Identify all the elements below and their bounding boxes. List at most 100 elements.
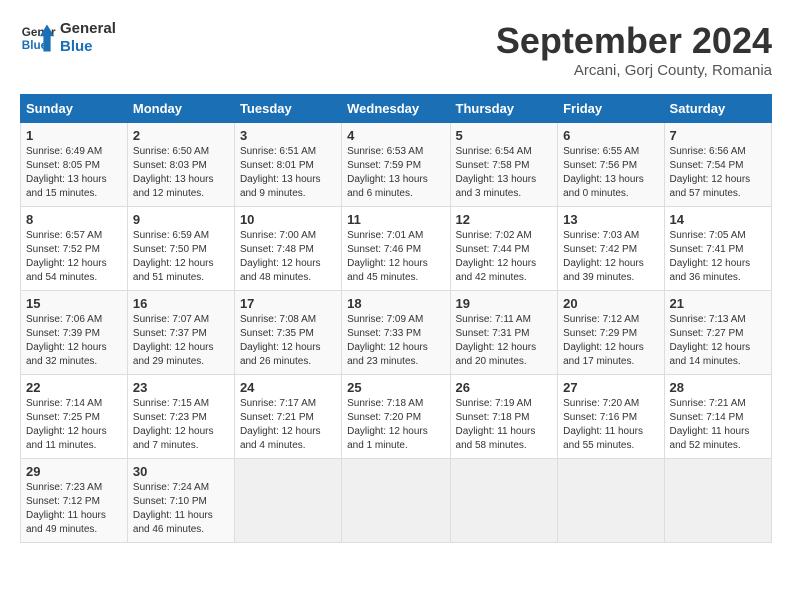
cell-info: Sunrise: 7:24 AMSunset: 7:10 PMDaylight:… [133, 481, 229, 537]
cell-info: Sunrise: 7:03 AMSunset: 7:42 PMDaylight:… [563, 229, 658, 285]
header-tuesday: Tuesday [234, 95, 341, 123]
calendar-cell: 26 Sunrise: 7:19 AMSunset: 7:18 PMDayligh… [450, 375, 558, 459]
day-number: 25 [347, 380, 444, 395]
day-number: 27 [563, 380, 658, 395]
calendar-cell [664, 459, 771, 543]
cell-info: Sunrise: 6:49 AMSunset: 8:05 PMDaylight:… [26, 145, 122, 201]
calendar-cell: 13 Sunrise: 7:03 AMSunset: 7:42 PMDayligh… [558, 207, 664, 291]
header-sunday: Sunday [21, 95, 128, 123]
day-number: 5 [456, 128, 553, 143]
calendar-header-row: SundayMondayTuesdayWednesdayThursdayFrid… [21, 95, 772, 123]
logo-icon: General Blue [20, 20, 56, 56]
calendar-week-row: 22 Sunrise: 7:14 AMSunset: 7:25 PMDayligh… [21, 375, 772, 459]
day-number: 26 [456, 380, 553, 395]
day-number: 13 [563, 212, 658, 227]
calendar-cell: 7 Sunrise: 6:56 AMSunset: 7:54 PMDaylight… [664, 123, 771, 207]
calendar-week-row: 1Sunrise: 6:49 AMSunset: 8:05 PMDaylight… [21, 123, 772, 207]
calendar-cell: 17 Sunrise: 7:08 AMSunset: 7:35 PMDayligh… [234, 291, 341, 375]
calendar-cell: 28Sunrise: 7:21 AMSunset: 7:14 PMDayligh… [664, 375, 771, 459]
calendar-cell: 3 Sunrise: 6:51 AMSunset: 8:01 PMDaylight… [234, 123, 341, 207]
calendar-cell: 1Sunrise: 6:49 AMSunset: 8:05 PMDaylight… [21, 123, 128, 207]
header-thursday: Thursday [450, 95, 558, 123]
header-friday: Friday [558, 95, 664, 123]
cell-info: Sunrise: 7:12 AMSunset: 7:29 PMDaylight:… [563, 313, 658, 369]
cell-info: Sunrise: 7:15 AMSunset: 7:23 PMDaylight:… [133, 397, 229, 453]
calendar-week-row: 29 Sunrise: 7:23 AMSunset: 7:12 PMDayligh… [21, 459, 772, 543]
calendar-cell: 9 Sunrise: 6:59 AMSunset: 7:50 PMDaylight… [127, 207, 234, 291]
title-section: September 2024 Arcani, Gorj County, Roma… [496, 20, 772, 79]
cell-info: Sunrise: 6:53 AMSunset: 7:59 PMDaylight:… [347, 145, 444, 201]
cell-info: Sunrise: 7:08 AMSunset: 7:35 PMDaylight:… [240, 313, 336, 369]
cell-info: Sunrise: 7:06 AMSunset: 7:39 PMDaylight:… [26, 313, 122, 369]
calendar-cell [450, 459, 558, 543]
calendar-cell: 16Sunrise: 7:07 AMSunset: 7:37 PMDayligh… [127, 291, 234, 375]
day-number: 21 [670, 296, 766, 311]
day-number: 6 [563, 128, 658, 143]
calendar-cell: 4Sunrise: 6:53 AMSunset: 7:59 PMDaylight… [342, 123, 450, 207]
cell-info: Sunrise: 7:11 AMSunset: 7:31 PMDaylight:… [456, 313, 553, 369]
calendar-cell: 11 Sunrise: 7:01 AMSunset: 7:46 PMDayligh… [342, 207, 450, 291]
cell-info: Sunrise: 6:54 AMSunset: 7:58 PMDaylight:… [456, 145, 553, 201]
day-number: 23 [133, 380, 229, 395]
header-wednesday: Wednesday [342, 95, 450, 123]
cell-info: Sunrise: 7:23 AMSunset: 7:12 PMDaylight:… [26, 481, 122, 537]
calendar-week-row: 15Sunrise: 7:06 AMSunset: 7:39 PMDayligh… [21, 291, 772, 375]
calendar-cell: 5 Sunrise: 6:54 AMSunset: 7:58 PMDaylight… [450, 123, 558, 207]
subtitle: Arcani, Gorj County, Romania [496, 62, 772, 79]
cell-info: Sunrise: 7:01 AMSunset: 7:46 PMDaylight:… [347, 229, 444, 285]
day-number: 12 [456, 212, 553, 227]
day-number: 22 [26, 380, 122, 395]
calendar-cell: 29 Sunrise: 7:23 AMSunset: 7:12 PMDayligh… [21, 459, 128, 543]
day-number: 30 [133, 464, 229, 479]
calendar-cell: 21 Sunrise: 7:13 AMSunset: 7:27 PMDayligh… [664, 291, 771, 375]
day-number: 9 [133, 212, 229, 227]
calendar-cell: 6 Sunrise: 6:55 AMSunset: 7:56 PMDaylight… [558, 123, 664, 207]
calendar-cell: 10Sunrise: 7:00 AMSunset: 7:48 PMDayligh… [234, 207, 341, 291]
day-number: 17 [240, 296, 336, 311]
cell-info: Sunrise: 6:56 AMSunset: 7:54 PMDaylight:… [670, 145, 766, 201]
header: General Blue General Blue September 2024… [20, 20, 772, 79]
day-number: 11 [347, 212, 444, 227]
calendar-cell: 2 Sunrise: 6:50 AMSunset: 8:03 PMDaylight… [127, 123, 234, 207]
calendar-cell: 18Sunrise: 7:09 AMSunset: 7:33 PMDayligh… [342, 291, 450, 375]
cell-info: Sunrise: 7:05 AMSunset: 7:41 PMDaylight:… [670, 229, 766, 285]
calendar-cell: 8Sunrise: 6:57 AMSunset: 7:52 PMDaylight… [21, 207, 128, 291]
cell-info: Sunrise: 7:14 AMSunset: 7:25 PMDaylight:… [26, 397, 122, 453]
calendar-cell: 27 Sunrise: 7:20 AMSunset: 7:16 PMDayligh… [558, 375, 664, 459]
day-number: 8 [26, 212, 122, 227]
cell-info: Sunrise: 6:50 AMSunset: 8:03 PMDaylight:… [133, 145, 229, 201]
cell-info: Sunrise: 7:02 AMSunset: 7:44 PMDaylight:… [456, 229, 553, 285]
day-number: 19 [456, 296, 553, 311]
calendar-cell: 30 Sunrise: 7:24 AMSunset: 7:10 PMDayligh… [127, 459, 234, 543]
cell-info: Sunrise: 7:20 AMSunset: 7:16 PMDaylight:… [563, 397, 658, 453]
calendar-cell: 15Sunrise: 7:06 AMSunset: 7:39 PMDayligh… [21, 291, 128, 375]
calendar-cell: 14 Sunrise: 7:05 AMSunset: 7:41 PMDayligh… [664, 207, 771, 291]
logo-text-general: General [60, 20, 116, 38]
day-number: 3 [240, 128, 336, 143]
day-number: 14 [670, 212, 766, 227]
logo-text-blue: Blue [60, 38, 116, 56]
cell-info: Sunrise: 7:09 AMSunset: 7:33 PMDaylight:… [347, 313, 444, 369]
cell-info: Sunrise: 7:19 AMSunset: 7:18 PMDaylight:… [456, 397, 553, 453]
day-number: 7 [670, 128, 766, 143]
calendar-cell: 22 Sunrise: 7:14 AMSunset: 7:25 PMDayligh… [21, 375, 128, 459]
day-number: 29 [26, 464, 122, 479]
cell-info: Sunrise: 6:55 AMSunset: 7:56 PMDaylight:… [563, 145, 658, 201]
calendar-cell: 12 Sunrise: 7:02 AMSunset: 7:44 PMDayligh… [450, 207, 558, 291]
calendar-cell: 23 Sunrise: 7:15 AMSunset: 7:23 PMDayligh… [127, 375, 234, 459]
cell-info: Sunrise: 7:21 AMSunset: 7:14 PMDaylight:… [670, 397, 766, 453]
cell-info: Sunrise: 6:59 AMSunset: 7:50 PMDaylight:… [133, 229, 229, 285]
calendar-cell: 19 Sunrise: 7:11 AMSunset: 7:31 PMDayligh… [450, 291, 558, 375]
calendar-cell: 20 Sunrise: 7:12 AMSunset: 7:29 PMDayligh… [558, 291, 664, 375]
month-title: September 2024 [496, 20, 772, 62]
day-number: 20 [563, 296, 658, 311]
day-number: 10 [240, 212, 336, 227]
header-monday: Monday [127, 95, 234, 123]
logo: General Blue General Blue [20, 20, 116, 56]
cell-info: Sunrise: 7:13 AMSunset: 7:27 PMDaylight:… [670, 313, 766, 369]
cell-info: Sunrise: 7:18 AMSunset: 7:20 PMDaylight:… [347, 397, 444, 453]
calendar-table: SundayMondayTuesdayWednesdayThursdayFrid… [20, 94, 772, 543]
cell-info: Sunrise: 7:17 AMSunset: 7:21 PMDaylight:… [240, 397, 336, 453]
cell-info: Sunrise: 6:51 AMSunset: 8:01 PMDaylight:… [240, 145, 336, 201]
day-number: 2 [133, 128, 229, 143]
